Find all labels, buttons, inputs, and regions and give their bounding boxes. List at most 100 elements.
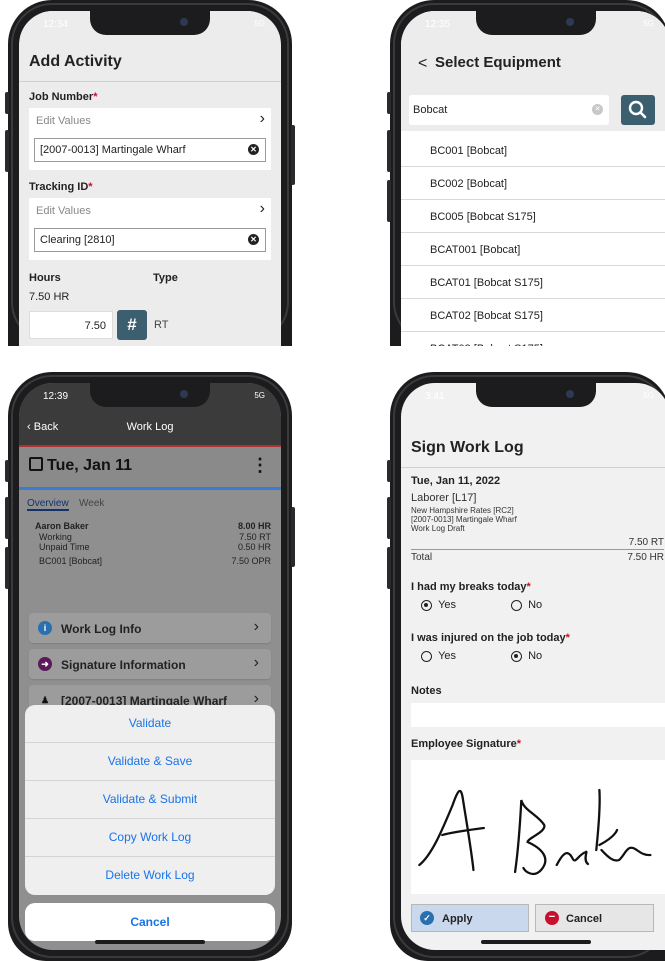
hours-value: 7.50 HR [29, 291, 70, 303]
copy-work-log-button[interactable]: Copy Work Log [25, 819, 275, 857]
breaks-no-radio[interactable]: No [511, 599, 542, 611]
validate-save-button[interactable]: Validate & Save [25, 743, 275, 781]
notch [90, 11, 210, 35]
search-input[interactable]: Bobcat ✕ [409, 95, 609, 125]
edit-values-text: Edit Values [36, 205, 91, 217]
list-item[interactable]: BCAT01 [Bobcat S175] [401, 266, 665, 299]
list-item[interactable]: BC002 [Bobcat] [401, 167, 665, 200]
notes-input[interactable] [411, 703, 665, 727]
injured-question-text: I was injured on the job today [411, 632, 566, 644]
search-button[interactable] [621, 95, 655, 125]
role: Laborer [L17] [411, 492, 477, 504]
job-edit-values-row[interactable]: Edit Values › [29, 108, 271, 134]
tracking-id-box: Edit Values › Clearing [2810] ✕ [29, 198, 271, 260]
page-title: Select Equipment [435, 54, 561, 71]
unpaid-label: Unpaid Time [39, 542, 90, 552]
signature-drawing [418, 788, 652, 876]
tab-overview[interactable]: Overview [27, 498, 69, 511]
minus-circle-icon: − [545, 911, 559, 925]
working-label: Working [39, 532, 72, 542]
phone-side-button [5, 460, 9, 482]
list-item[interactable]: BC005 [Bobcat S175] [401, 200, 665, 233]
list-item[interactable]: BCAT001 [Bobcat] [401, 233, 665, 266]
cancel-button[interactable]: Cancel [25, 903, 275, 941]
signature-information-button[interactable]: ➜ Signature Information › [29, 649, 271, 679]
equipment-value: 7.50 OPR [231, 556, 271, 566]
date-title: Tue, Jan 11 [47, 457, 133, 474]
clear-search-icon[interactable]: ✕ [592, 104, 603, 115]
chevron-right-icon: › [253, 618, 259, 635]
tracking-id-field[interactable]: Clearing [2810] ✕ [34, 228, 266, 252]
chevron-left-icon: < [418, 55, 428, 72]
cancel-label: Cancel [566, 913, 603, 925]
list-item[interactable]: BCAT03 [Bobcat S175] [401, 332, 665, 346]
list-item[interactable]: BCAT02 [Bobcat S175] [401, 299, 665, 332]
nav-title: Work Log [126, 421, 174, 433]
screen: 3:41 5G Sign Work Log Tue, Jan 11, 2022 … [401, 383, 665, 950]
breaks-yes-radio[interactable]: Yes [421, 599, 456, 611]
signature-pad[interactable] [411, 760, 665, 894]
phone-side-button [291, 507, 295, 567]
divider [401, 467, 665, 468]
screen: 12:35 5G < Select Equipment Bobcat ✕ BC0… [401, 11, 665, 346]
status-signal: 5G [254, 19, 265, 28]
yes-label: Yes [438, 650, 457, 662]
phone-side-button [387, 547, 391, 589]
notch [475, 11, 596, 35]
home-indicator [480, 940, 591, 944]
tab-week[interactable]: Week [79, 498, 104, 509]
info-icon: i [38, 621, 52, 635]
no-label: No [528, 599, 543, 611]
more-icon[interactable]: ⋮ [251, 455, 269, 476]
radio-empty-icon [511, 599, 522, 611]
page-title: Sign Work Log [411, 439, 524, 456]
unpaid-value: 0.50 HR [237, 542, 271, 552]
job-number-label: Job Number* [29, 91, 97, 103]
signature-label-text: Employee Signature [411, 738, 517, 750]
camera-icon [180, 390, 188, 398]
date-header: Tue, Jan 11 ⋮ [19, 447, 281, 487]
equipment-label: BC001 [Bobcat] [39, 556, 103, 566]
work-log-info-button[interactable]: i Work Log Info › [29, 613, 271, 643]
status-signal: 5G [254, 391, 265, 400]
cancel-button[interactable]: − Cancel [535, 904, 654, 932]
tracking-edit-values-row[interactable]: Edit Values › [29, 198, 271, 224]
signature-information-label: Signature Information [61, 658, 186, 672]
phone-side-button [5, 547, 9, 589]
breaks-question: I had my breaks today* [411, 581, 531, 593]
total-value: 7.50 HR [627, 552, 664, 563]
phone-select-equipment: 12:35 5G < Select Equipment Bobcat ✕ BC0… [387, 0, 665, 346]
back-button[interactable]: < [418, 55, 427, 73]
injured-yes-radio[interactable]: Yes [421, 650, 456, 662]
phone-side-button [387, 130, 391, 172]
list-item[interactable]: BC001 [Bobcat] [401, 134, 665, 167]
divider [19, 81, 281, 82]
home-indicator [95, 940, 205, 944]
signature-label: Employee Signature* [411, 738, 521, 750]
phone-sign-work-log: 3:41 5G Sign Work Log Tue, Jan 11, 2022 … [387, 372, 665, 961]
radio-selected-icon [421, 599, 432, 611]
rt-value: 7.50 RT [628, 537, 664, 548]
job-number-text: Job Number [29, 91, 94, 103]
total-label: Total [411, 552, 433, 563]
notch [475, 383, 596, 407]
summary: Aaron Baker 8.00 HR Working 7.50 RT Unpa… [19, 517, 281, 603]
chevron-right-icon: › [259, 110, 265, 127]
hours-input[interactable]: 7.50 [29, 311, 113, 339]
job-number-box: Edit Values › [2007-0013] Martingale Wha… [29, 108, 271, 170]
delete-work-log-button[interactable]: Delete Work Log [25, 857, 275, 894]
apply-button[interactable]: ✓ Apply [411, 904, 529, 932]
numeric-keypad-button[interactable]: # [117, 310, 147, 340]
status-time: 3:41 [425, 391, 445, 402]
job-number-field[interactable]: [2007-0013] Martingale Wharf ✕ [34, 138, 266, 162]
screen: 12:34 5G Add Activity Job Number* Edit V… [19, 11, 281, 346]
clear-icon[interactable]: ✕ [248, 234, 259, 245]
job-number-value: [2007-0013] Martingale Wharf [40, 144, 186, 156]
validate-button[interactable]: Validate [25, 705, 275, 743]
injured-no-radio[interactable]: No [511, 650, 542, 662]
edit-values-text: Edit Values [36, 115, 91, 127]
radio-empty-icon [421, 650, 432, 662]
clear-icon[interactable]: ✕ [248, 144, 259, 155]
validate-submit-button[interactable]: Validate & Submit [25, 781, 275, 819]
breaks-question-text: I had my breaks today [411, 581, 527, 593]
